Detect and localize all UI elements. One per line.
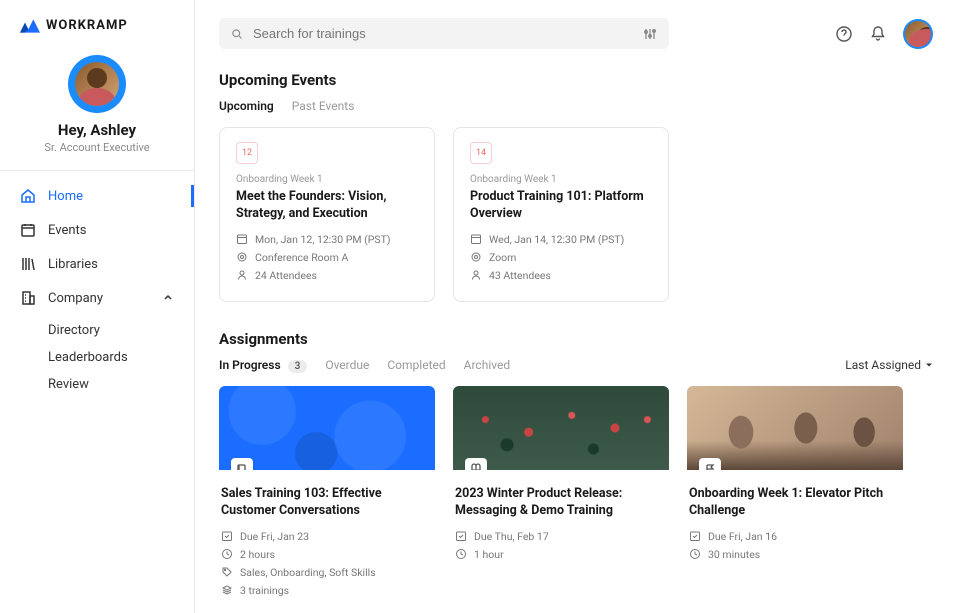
library-icon <box>20 256 36 272</box>
workramp-logo-icon <box>20 19 40 33</box>
assignment-duration: 2 hours <box>221 548 433 561</box>
assignment-card[interactable]: Onboarding Week 1: Elevator Pitch Challe… <box>687 386 903 602</box>
clock-icon <box>221 548 233 560</box>
nav-directory[interactable]: Directory <box>48 317 194 344</box>
upcoming-tabs: Upcoming Past Events <box>219 99 933 113</box>
assignment-thumbnail <box>453 386 669 470</box>
event-category: Onboarding Week 1 <box>236 174 418 185</box>
assignment-due: Due Fri, Jan 16 <box>689 530 901 543</box>
tab-upcoming[interactable]: Upcoming <box>219 99 274 113</box>
user-profile[interactable]: Hey, Ashley Sr. Account Executive <box>0 43 194 170</box>
event-card[interactable]: 14 Onboarding Week 1 Product Training 10… <box>453 127 669 302</box>
assignment-title: Onboarding Week 1: Elevator Pitch Challe… <box>689 486 901 520</box>
stack-icon <box>221 584 233 596</box>
nav-review[interactable]: Review <box>48 371 194 398</box>
nav-company[interactable]: Company <box>0 281 194 315</box>
event-category: Onboarding Week 1 <box>470 174 652 185</box>
building-icon <box>20 290 36 306</box>
assignment-due: Due Fri, Jan 23 <box>221 530 433 543</box>
calendar-day-icon: 12 <box>236 142 258 164</box>
user-role: Sr. Account Executive <box>0 141 194 154</box>
assignments-heading: Assignments <box>219 330 933 348</box>
event-attendees: 24 Attendees <box>236 269 418 282</box>
company-submenu: Directory Leaderboards Review <box>0 315 194 398</box>
assignment-thumbnail <box>219 386 435 470</box>
calendar-icon <box>236 233 248 245</box>
assignment-thumbnail <box>687 386 903 470</box>
chevron-up-icon <box>162 292 174 304</box>
in-progress-count: 3 <box>288 360 308 373</box>
calendar-icon <box>470 233 482 245</box>
calendar-icon <box>20 222 36 238</box>
assignment-title: Sales Training 103: Effective Customer C… <box>221 486 433 520</box>
person-icon <box>470 269 482 281</box>
upcoming-heading: Upcoming Events <box>219 71 933 89</box>
nav-events-label: Events <box>48 223 86 238</box>
event-title: Product Training 101: Platform Overview <box>470 189 652 223</box>
event-card-list: 12 Onboarding Week 1 Meet the Founders: … <box>219 127 933 302</box>
person-icon <box>236 269 248 281</box>
assignment-card[interactable]: Sales Training 103: Effective Customer C… <box>219 386 435 602</box>
assignment-duration: 30 minutes <box>689 548 901 561</box>
brand-name: WORKRAMP <box>46 18 128 33</box>
event-title: Meet the Founders: Vision, Strategy, and… <box>236 189 418 223</box>
tab-completed[interactable]: Completed <box>387 358 445 372</box>
event-location: Conference Room A <box>236 251 418 264</box>
nav-events[interactable]: Events <box>0 213 194 247</box>
assignment-due: Due Thu, Feb 17 <box>455 530 667 543</box>
assignment-tags: Sales, Onboarding, Soft Skills <box>221 566 433 579</box>
assignment-card-list: Sales Training 103: Effective Customer C… <box>219 386 933 602</box>
sort-dropdown[interactable]: Last Assigned <box>845 358 933 372</box>
topbar <box>195 0 957 49</box>
brand-logo[interactable]: WORKRAMP <box>0 18 194 43</box>
filter-icon[interactable] <box>643 27 657 41</box>
path-icon <box>231 458 253 470</box>
clock-icon <box>689 548 701 560</box>
nav-home[interactable]: Home <box>0 179 194 213</box>
flag-icon <box>699 458 721 470</box>
sidebar: WORKRAMP Hey, Ashley Sr. Account Executi… <box>0 0 195 613</box>
location-icon <box>470 251 482 263</box>
due-icon <box>221 530 233 542</box>
assignment-count: 3 trainings <box>221 584 433 597</box>
location-icon <box>236 251 248 263</box>
event-datetime: Mon, Jan 12, 12:30 PM (PST) <box>236 233 418 246</box>
main-content: Upcoming Events Upcoming Past Events 12 … <box>195 0 957 613</box>
due-icon <box>455 530 467 542</box>
nav-company-label: Company <box>48 291 103 306</box>
tab-overdue[interactable]: Overdue <box>325 358 369 372</box>
home-icon <box>20 188 36 204</box>
event-datetime: Wed, Jan 14, 12:30 PM (PST) <box>470 233 652 246</box>
tab-past-events[interactable]: Past Events <box>292 99 355 113</box>
search-icon <box>231 28 243 40</box>
due-icon <box>689 530 701 542</box>
assignment-card[interactable]: 2023 Winter Product Release: Messaging &… <box>453 386 669 602</box>
event-location: Zoom <box>470 251 652 264</box>
assignment-title: 2023 Winter Product Release: Messaging &… <box>455 486 667 520</box>
chevron-down-icon <box>925 361 933 369</box>
help-icon[interactable] <box>835 25 853 43</box>
search-input[interactable] <box>253 26 633 41</box>
greeting: Hey, Ashley <box>0 121 194 139</box>
tab-archived[interactable]: Archived <box>464 358 510 372</box>
primary-nav: Home Events Libraries Company Directory … <box>0 171 194 406</box>
topbar-actions <box>835 19 933 49</box>
nav-libraries-label: Libraries <box>48 257 98 272</box>
assignments-tabs: In Progress 3 Overdue Completed Archived… <box>219 358 933 372</box>
tag-icon <box>221 566 233 578</box>
guide-icon <box>465 458 487 470</box>
event-attendees: 43 Attendees <box>470 269 652 282</box>
user-menu-avatar[interactable] <box>903 19 933 49</box>
search-box[interactable] <box>219 18 669 49</box>
nav-leaderboards[interactable]: Leaderboards <box>48 344 194 371</box>
avatar <box>68 55 126 113</box>
nav-libraries[interactable]: Libraries <box>0 247 194 281</box>
bell-icon[interactable] <box>869 25 887 43</box>
tab-in-progress[interactable]: In Progress 3 <box>219 358 307 372</box>
nav-home-label: Home <box>48 189 83 204</box>
clock-icon <box>455 548 467 560</box>
calendar-day-icon: 14 <box>470 142 492 164</box>
assignment-duration: 1 hour <box>455 548 667 561</box>
event-card[interactable]: 12 Onboarding Week 1 Meet the Founders: … <box>219 127 435 302</box>
